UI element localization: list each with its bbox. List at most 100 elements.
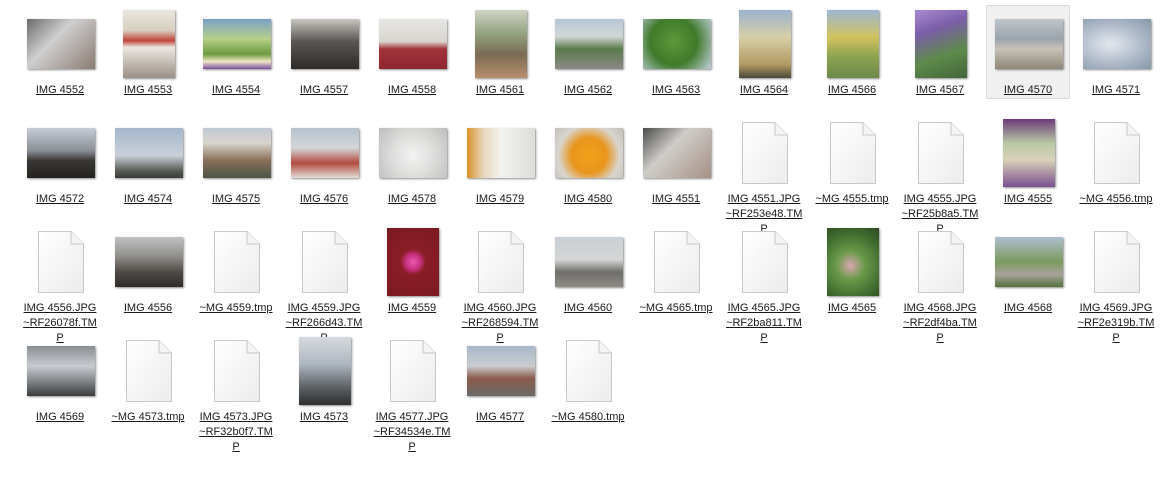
file-name-label[interactable]: IMG 4560	[547, 301, 629, 316]
file-name-label[interactable]: IMG 4575	[195, 192, 277, 207]
file-thumbnail	[283, 336, 367, 406]
file-item[interactable]: IMG 4577	[458, 332, 542, 426]
file-item[interactable]: IMG 4565	[810, 223, 894, 317]
file-item[interactable]: ~MG 4556.tmp	[1074, 114, 1158, 208]
file-name-label[interactable]: IMG 4565.JPG~RF2ba811.TMP	[723, 301, 805, 346]
file-name-label[interactable]: IMG 4558	[371, 83, 453, 98]
file-item[interactable]: IMG 4552	[18, 5, 102, 99]
blank-document-icon	[126, 340, 172, 402]
file-thumbnail	[459, 9, 543, 79]
blank-document-icon	[214, 231, 260, 293]
file-thumbnail	[811, 118, 895, 188]
file-name-label[interactable]: IMG 4577.JPG~RF34534e.TMP	[371, 410, 453, 455]
file-item[interactable]: IMG 4576	[282, 114, 366, 208]
blank-document-icon	[1094, 231, 1140, 293]
file-name-label[interactable]: IMG 4570	[987, 83, 1069, 98]
file-item[interactable]: IMG 4559	[370, 223, 454, 317]
file-name-label[interactable]: IMG 4569	[19, 410, 101, 425]
file-item[interactable]: ~MG 4559.tmp	[194, 223, 278, 317]
file-item[interactable]: IMG 4574	[106, 114, 190, 208]
file-item[interactable]: IMG 4555	[986, 114, 1070, 208]
file-name-label[interactable]: IMG 4554	[195, 83, 277, 98]
file-name-label[interactable]: IMG 4579	[459, 192, 541, 207]
file-item[interactable]: IMG 4578	[370, 114, 454, 208]
file-thumbnail	[19, 118, 103, 188]
file-item[interactable]: IMG 4572	[18, 114, 102, 208]
file-item[interactable]: IMG 4557	[282, 5, 366, 99]
file-name-label[interactable]: IMG 4571	[1075, 83, 1157, 98]
file-name-label[interactable]: IMG 4567	[899, 83, 981, 98]
file-item[interactable]: IMG 4577.JPG~RF34534e.TMP	[370, 332, 454, 456]
file-name-label[interactable]: IMG 4573	[283, 410, 365, 425]
file-name-label[interactable]: IMG 4553	[107, 83, 189, 98]
file-item[interactable]: IMG 4573	[282, 332, 366, 426]
file-name-label[interactable]: IMG 4556	[107, 301, 189, 316]
file-name-label[interactable]: IMG 4551	[635, 192, 717, 207]
file-name-label[interactable]: ~MG 4580.tmp	[547, 410, 629, 425]
file-name-label[interactable]: IMG 4563	[635, 83, 717, 98]
file-name-label[interactable]: IMG 4552	[19, 83, 101, 98]
file-item[interactable]: IMG 4562	[546, 5, 630, 99]
file-name-label[interactable]: IMG 4576	[283, 192, 365, 207]
file-item[interactable]: IMG 4551.JPG~RF253e48.TMP	[722, 114, 806, 238]
file-item[interactable]: IMG 4570	[986, 5, 1070, 99]
file-name-label[interactable]: IMG 4574	[107, 192, 189, 207]
file-name-label[interactable]: IMG 4568	[987, 301, 1069, 316]
file-item[interactable]: IMG 4561	[458, 5, 542, 99]
file-name-label[interactable]: ~MG 4565.tmp	[635, 301, 717, 316]
file-item[interactable]: IMG 4571	[1074, 5, 1158, 99]
file-item[interactable]: IMG 4565.JPG~RF2ba811.TMP	[722, 223, 806, 347]
file-name-label[interactable]: IMG 4564	[723, 83, 805, 98]
file-name-label[interactable]: IMG 4566	[811, 83, 893, 98]
file-name-label[interactable]: IMG 4568.JPG~RF2df4ba.TMP	[899, 301, 981, 346]
file-item[interactable]: IMG 4568	[986, 223, 1070, 317]
blank-document-icon	[1094, 122, 1140, 184]
file-item[interactable]: IMG 4559.JPG~RF266d43.TMP	[282, 223, 366, 347]
file-thumbnail	[723, 9, 807, 79]
file-item[interactable]: IMG 4554	[194, 5, 278, 99]
file-item[interactable]: IMG 4567	[898, 5, 982, 99]
file-name-label[interactable]: IMG 4577	[459, 410, 541, 425]
file-item[interactable]: IMG 4551	[634, 114, 718, 208]
file-thumbnail	[195, 118, 279, 188]
file-item[interactable]: IMG 4556.JPG~RF26078f.TMP	[18, 223, 102, 347]
file-item[interactable]: IMG 4555.JPG~RF25b8a5.TMP	[898, 114, 982, 238]
file-name-label[interactable]: ~MG 4556.tmp	[1075, 192, 1157, 207]
file-item[interactable]: ~MG 4555.tmp	[810, 114, 894, 208]
file-item[interactable]: IMG 4580	[546, 114, 630, 208]
file-name-label[interactable]: IMG 4572	[19, 192, 101, 207]
file-name-label[interactable]: IMG 4562	[547, 83, 629, 98]
file-item[interactable]: IMG 4569	[18, 332, 102, 426]
file-name-label[interactable]: IMG 4573.JPG~RF32b0f7.TMP	[195, 410, 277, 455]
file-item[interactable]: IMG 4560.JPG~RF268594.TMP	[458, 223, 542, 347]
file-item[interactable]: IMG 4553	[106, 5, 190, 99]
file-name-label[interactable]: IMG 4555	[987, 192, 1069, 207]
image-thumbnail	[1003, 119, 1055, 187]
file-item[interactable]: IMG 4564	[722, 5, 806, 99]
file-name-label[interactable]: IMG 4578	[371, 192, 453, 207]
file-name-label[interactable]: IMG 4559	[371, 301, 453, 316]
file-item[interactable]: IMG 4558	[370, 5, 454, 99]
file-item[interactable]: IMG 4575	[194, 114, 278, 208]
file-item[interactable]: ~MG 4580.tmp	[546, 332, 630, 426]
file-item[interactable]: IMG 4566	[810, 5, 894, 99]
file-item[interactable]: ~MG 4565.tmp	[634, 223, 718, 317]
file-name-label[interactable]: ~MG 4555.tmp	[811, 192, 893, 207]
file-name-label[interactable]: IMG 4569.JPG~RF2e319b.TMP	[1075, 301, 1157, 346]
file-name-label[interactable]: ~MG 4573.tmp	[107, 410, 189, 425]
file-name-label[interactable]: IMG 4561	[459, 83, 541, 98]
file-item[interactable]: IMG 4556	[106, 223, 190, 317]
file-name-label[interactable]: IMG 4557	[283, 83, 365, 98]
file-name-label[interactable]: IMG 4580	[547, 192, 629, 207]
file-item[interactable]: IMG 4568.JPG~RF2df4ba.TMP	[898, 223, 982, 347]
image-thumbnail	[1083, 19, 1151, 69]
file-item[interactable]: IMG 4573.JPG~RF32b0f7.TMP	[194, 332, 278, 456]
file-thumbnail	[987, 227, 1071, 297]
file-item[interactable]: IMG 4579	[458, 114, 542, 208]
file-item[interactable]: IMG 4569.JPG~RF2e319b.TMP	[1074, 223, 1158, 347]
file-item[interactable]: IMG 4563	[634, 5, 718, 99]
file-item[interactable]: ~MG 4573.tmp	[106, 332, 190, 426]
file-name-label[interactable]: ~MG 4559.tmp	[195, 301, 277, 316]
file-name-label[interactable]: IMG 4565	[811, 301, 893, 316]
file-item[interactable]: IMG 4560	[546, 223, 630, 317]
